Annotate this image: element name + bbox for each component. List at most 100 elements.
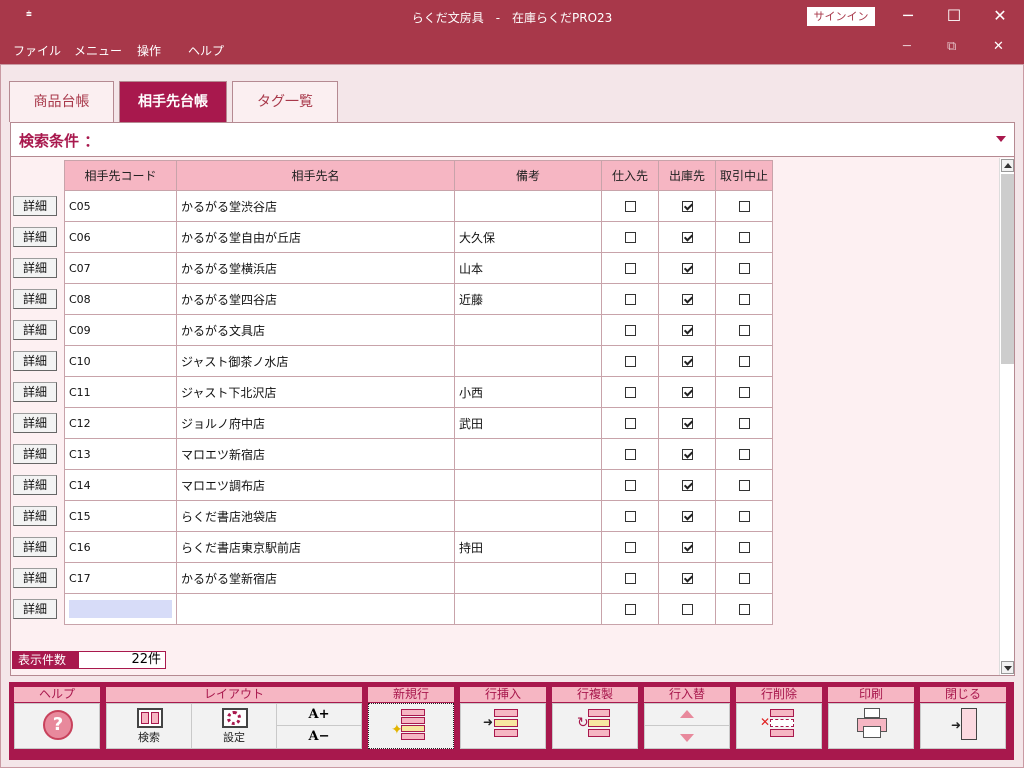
detail-button[interactable]: 詳細 [13, 506, 57, 526]
menu-file[interactable]: ファイル [13, 42, 61, 59]
cell-code[interactable]: C15 [64, 500, 177, 532]
move-row-up-button[interactable] [645, 704, 729, 726]
cell-name[interactable]: かるがる堂渋谷店 [176, 190, 455, 222]
supplier-checkbox[interactable] [624, 387, 636, 398]
shipto-checkbox[interactable] [681, 325, 693, 336]
detail-button[interactable]: 詳細 [13, 599, 57, 619]
cell-code[interactable]: C06 [64, 221, 177, 253]
shipto-checkbox[interactable] [681, 356, 693, 367]
col-header-note[interactable]: 備考 [454, 160, 602, 191]
table-row[interactable] [64, 593, 773, 625]
cell-note[interactable]: 大久保 [454, 221, 602, 253]
cell-code[interactable]: C10 [64, 345, 177, 377]
supplier-checkbox[interactable] [624, 480, 636, 491]
detail-button[interactable]: 詳細 [13, 382, 57, 402]
detail-button[interactable]: 詳細 [13, 227, 57, 247]
supplier-checkbox[interactable] [624, 356, 636, 367]
cell-code[interactable]: C08 [64, 283, 177, 315]
menu-help[interactable]: ヘルプ [188, 42, 224, 59]
cell-code[interactable]: C07 [64, 252, 177, 284]
cell-note[interactable]: 持田 [454, 531, 602, 563]
minimize-button[interactable]: ─ [893, 5, 923, 27]
supplier-checkbox[interactable] [624, 294, 636, 305]
suspended-checkbox[interactable] [738, 356, 750, 367]
detail-button[interactable]: 詳細 [13, 475, 57, 495]
detail-button[interactable]: 詳細 [13, 537, 57, 557]
supplier-checkbox[interactable] [624, 418, 636, 429]
delete-row-button[interactable]: ✕ [736, 703, 822, 749]
cell-code[interactable]: C13 [64, 438, 177, 470]
suspended-checkbox[interactable] [738, 449, 750, 460]
cell-code[interactable]: C14 [64, 469, 177, 501]
cell-code[interactable]: C05 [64, 190, 177, 222]
detail-button[interactable]: 詳細 [13, 320, 57, 340]
table-row[interactable]: C13 マロエツ新宿店 [64, 438, 773, 470]
suspended-checkbox[interactable] [738, 201, 750, 212]
table-row[interactable]: C14 マロエツ調布店 [64, 469, 773, 501]
suspended-checkbox[interactable] [738, 387, 750, 398]
cell-note[interactable]: 小西 [454, 376, 602, 408]
col-header-shipto[interactable]: 出庫先 [658, 160, 716, 191]
cell-note[interactable] [454, 438, 602, 470]
shipto-checkbox[interactable] [681, 418, 693, 429]
table-row[interactable]: C09 かるがる文具店 [64, 314, 773, 346]
tab-partners[interactable]: 相手先台帳 [119, 81, 227, 122]
cell-name[interactable]: ジョルノ府中店 [176, 407, 455, 439]
new-code-input[interactable] [69, 600, 172, 618]
cell-name[interactable]: らくだ書店東京駅前店 [176, 531, 455, 563]
cell-code[interactable]: C09 [64, 314, 177, 346]
supplier-checkbox[interactable] [624, 573, 636, 584]
cell-name[interactable]: かるがる堂横浜店 [176, 252, 455, 284]
inner-restore-button[interactable]: ⧉ [947, 39, 956, 54]
shipto-checkbox[interactable] [681, 604, 693, 615]
signin-button[interactable]: サインイン [807, 7, 875, 26]
shipto-checkbox[interactable] [681, 294, 693, 305]
suspended-checkbox[interactable] [738, 573, 750, 584]
table-row[interactable]: C08 かるがる堂四谷店 近藤 [64, 283, 773, 315]
cell-name[interactable]: かるがる堂自由が丘店 [176, 221, 455, 253]
table-row[interactable]: C12 ジョルノ府中店 武田 [64, 407, 773, 439]
table-row[interactable]: C11 ジャスト下北沢店 小西 [64, 376, 773, 408]
detail-button[interactable]: 詳細 [13, 568, 57, 588]
help-button[interactable]: ? [14, 703, 100, 749]
scroll-up-icon[interactable] [1001, 159, 1014, 172]
scroll-down-icon[interactable] [1001, 661, 1014, 674]
print-button[interactable] [828, 703, 914, 749]
shipto-checkbox[interactable] [681, 480, 693, 491]
cell-note[interactable] [454, 469, 602, 501]
close-app-button[interactable]: ➜ [920, 703, 1006, 749]
shipto-checkbox[interactable] [681, 511, 693, 522]
scroll-thumb[interactable] [1001, 174, 1014, 364]
cell-note[interactable] [454, 562, 602, 594]
cell-note[interactable] [454, 190, 602, 222]
cell-name[interactable]: かるがる堂四谷店 [176, 283, 455, 315]
close-button[interactable]: ✕ [985, 5, 1015, 27]
suspended-checkbox[interactable] [738, 542, 750, 553]
suspended-checkbox[interactable] [738, 263, 750, 274]
shipto-checkbox[interactable] [681, 232, 693, 243]
cell-name[interactable] [176, 593, 455, 625]
supplier-checkbox[interactable] [624, 542, 636, 553]
new-row-button[interactable]: ✦ [368, 703, 454, 749]
supplier-checkbox[interactable] [624, 263, 636, 274]
cell-code[interactable]: C11 [64, 376, 177, 408]
layout-settings-button[interactable]: 設定 [192, 704, 277, 748]
supplier-checkbox[interactable] [624, 604, 636, 615]
table-row[interactable]: C05 かるがる堂渋谷店 [64, 190, 773, 222]
shipto-checkbox[interactable] [681, 387, 693, 398]
inner-minimize-button[interactable]: ─ [903, 39, 911, 54]
supplier-checkbox[interactable] [624, 511, 636, 522]
font-increase-button[interactable]: A+ [277, 704, 361, 726]
cell-code[interactable]: C12 [64, 407, 177, 439]
cell-name[interactable]: らくだ書店池袋店 [176, 500, 455, 532]
vertical-scrollbar[interactable] [999, 158, 1014, 675]
table-row[interactable]: C17 かるがる堂新宿店 [64, 562, 773, 594]
cell-name[interactable]: かるがる文具店 [176, 314, 455, 346]
suspended-checkbox[interactable] [738, 294, 750, 305]
cell-note[interactable] [454, 593, 602, 625]
supplier-checkbox[interactable] [624, 201, 636, 212]
insert-row-button[interactable]: ➜ [460, 703, 546, 749]
suspended-checkbox[interactable] [738, 325, 750, 336]
shipto-checkbox[interactable] [681, 542, 693, 553]
col-header-code[interactable]: 相手先コード [64, 160, 177, 191]
